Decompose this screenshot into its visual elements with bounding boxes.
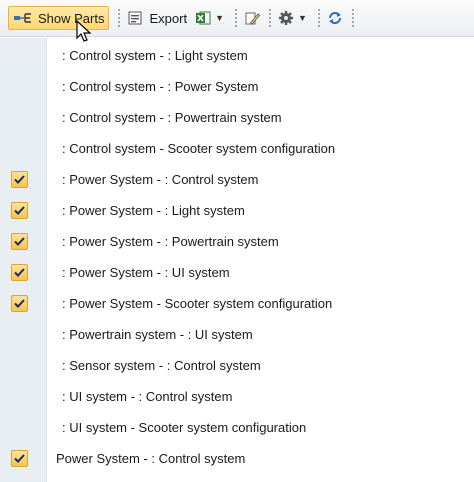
edit-icon (245, 12, 260, 25)
options-dropdown[interactable]: ▼ (278, 6, 309, 30)
list-item-label: : Power System - Scooter system configur… (62, 296, 333, 311)
list-item[interactable]: : UI system - Scooter system configurati… (0, 412, 474, 443)
list-item[interactable]: : Power System - : UI system (0, 257, 474, 288)
list-item[interactable]: : Control system - : Power System (0, 71, 474, 102)
relations-list: : Control system - : Light system : Contr… (0, 40, 474, 474)
checkmark-icon[interactable] (11, 233, 28, 250)
show-parts-label: Show Parts (38, 10, 105, 26)
show-parts-icon (14, 13, 31, 23)
list-item-label: : Power System - : Control system (62, 172, 259, 187)
show-parts-button[interactable]: Show Parts (8, 6, 110, 30)
excel-export-dropdown[interactable]: ▼ (195, 6, 226, 30)
excel-icon (196, 11, 211, 25)
list-item[interactable]: : Control system - : Powertrain system (0, 102, 474, 133)
checkmark-icon[interactable] (11, 171, 28, 188)
list-item[interactable]: : Control system - : Light system (0, 40, 474, 71)
list-item-label: Power System - : Control system (56, 451, 246, 466)
list-item-label: : UI system - Scooter system configurati… (62, 420, 307, 435)
refresh-icon (328, 12, 341, 24)
list-item[interactable]: : Power System - Scooter system configur… (0, 288, 474, 319)
list-item-label: : Control system - : Power System (62, 79, 259, 94)
chevron-down-icon: ▼ (297, 13, 307, 23)
list-item[interactable]: : Sensor system - : Control system (0, 350, 474, 381)
list-item-label: : UI system - : Control system (62, 389, 233, 404)
list-item[interactable]: : Power System - : Powertrain system (0, 226, 474, 257)
list-item[interactable]: : Power System - : Light system (0, 195, 474, 226)
export-icon (128, 11, 142, 25)
list-item[interactable]: : UI system - : Control system (0, 381, 474, 412)
toolbar-grip[interactable] (117, 8, 122, 28)
list-item-label: : Control system - : Light system (62, 48, 248, 63)
toolbar-grip[interactable] (316, 8, 321, 28)
list-item[interactable]: : Power System - : Control system (0, 164, 474, 195)
list-item-label: : Control system - Scooter system config… (62, 141, 336, 156)
checkmark-icon[interactable] (11, 450, 28, 467)
list-item[interactable]: : Control system - Scooter system config… (0, 133, 474, 164)
export-label: Export (149, 10, 188, 26)
checkmark-icon[interactable] (11, 264, 28, 281)
list-item-label: : Powertrain system - : UI system (62, 327, 253, 342)
toolbar-grip[interactable] (350, 8, 355, 28)
list-item-label: : Control system - : Powertrain system (62, 110, 282, 125)
export-button[interactable]: Export (127, 6, 187, 30)
chevron-down-icon: ▼ (215, 13, 224, 23)
toolbar-grip[interactable] (233, 8, 238, 28)
list-item[interactable]: Power System - : Control system (0, 443, 474, 474)
checkmark-icon[interactable] (11, 202, 28, 219)
list-item-label: : Sensor system - : Control system (62, 358, 261, 373)
gear-icon (278, 11, 293, 25)
toolbar-grip[interactable] (267, 8, 272, 28)
list-item-label: : Power System - : Light system (62, 203, 245, 218)
edit-button[interactable] (244, 6, 260, 30)
refresh-button[interactable] (327, 6, 343, 30)
list-item[interactable]: : Powertrain system - : UI system (0, 319, 474, 350)
list-item-label: : Power System - : Powertrain system (62, 234, 279, 249)
toolbar: Show Parts Export ▼ ▼ (0, 0, 474, 37)
checkmark-icon[interactable] (11, 295, 28, 312)
list-item-label: : Power System - : UI system (62, 265, 230, 280)
